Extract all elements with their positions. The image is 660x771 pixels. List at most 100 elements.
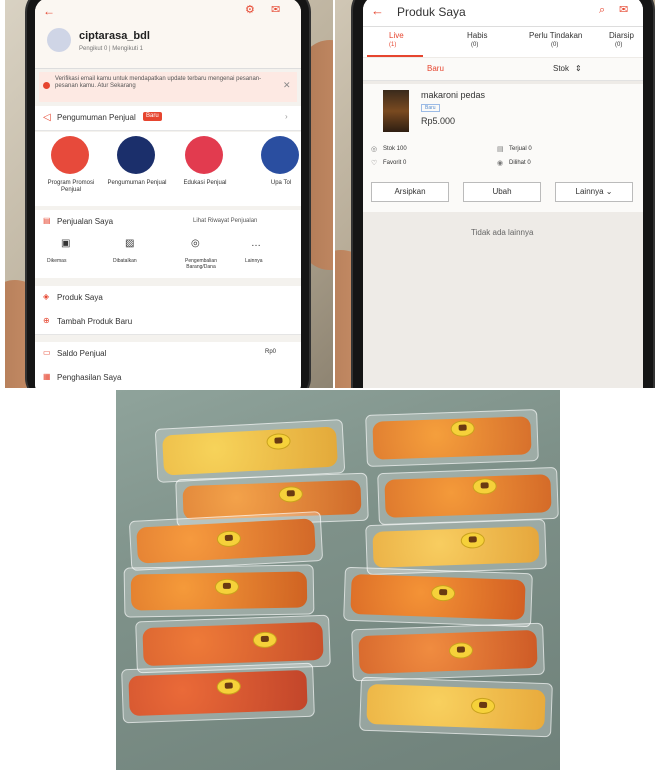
megaphone-tile-icon[interactable] xyxy=(117,136,155,174)
sort-baru[interactable]: Baru xyxy=(427,64,444,74)
saldo-value: Rp0 xyxy=(265,349,277,355)
phone-frame: ← Produk Saya ⌕ ✉ Live (1) Habis (0) Per… xyxy=(353,0,653,388)
sales-title: Penjualan Saya xyxy=(57,217,114,226)
snack-bag xyxy=(351,622,545,682)
snack-bag xyxy=(121,662,315,724)
megaphone-icon: ◁ xyxy=(43,112,51,123)
product-price: Rp5.000 xyxy=(421,116,456,126)
menu-label: Penghasilan Saya xyxy=(57,373,122,382)
refund-icon[interactable]: ◎ xyxy=(191,238,200,250)
snack-bag xyxy=(343,566,533,628)
tab-live[interactable]: Live (1) xyxy=(367,27,423,57)
sort-bar: Baru Stok ⇕ xyxy=(363,58,643,81)
more-label: Lainnya xyxy=(575,187,604,196)
phone-frame: ← ⚙ ✉ ciptarasa_bdl Pengikut 0 | Mengiku… xyxy=(27,0,309,388)
seller-dashboard-screen: ← ⚙ ✉ ciptarasa_bdl Pengikut 0 | Mengiku… xyxy=(35,0,301,388)
income-icon: ▦ xyxy=(43,372,51,381)
menu-produk-saya[interactable]: ◈ Produk Saya xyxy=(35,286,301,311)
stock-icon: ◎ xyxy=(371,146,378,153)
tab-count: (0) xyxy=(551,42,559,48)
right-phone-photo: ← Produk Saya ⌕ ✉ Live (1) Habis (0) Per… xyxy=(335,0,655,388)
sales-items: ▣ ▨ ◎ … Dikemas Dibatalkan Pengembalian … xyxy=(35,234,301,278)
announcement-row[interactable]: ◁ Pengumuman Penjual Baru › xyxy=(35,106,301,131)
more-options-button[interactable]: Lainnya ⌄ xyxy=(555,182,633,202)
followers: Pengikut 0 | Mengikuti 1 xyxy=(79,46,143,52)
edit-button[interactable]: Ubah xyxy=(463,182,541,202)
tiles-row: Program Promosi Penjual Pengumuman Penju… xyxy=(35,132,301,206)
heart-icon: ♡ xyxy=(371,160,378,167)
username: ciptarasa_bdl xyxy=(79,30,150,42)
alert-icon xyxy=(43,82,50,89)
snack-bag xyxy=(128,511,324,571)
verify-banner[interactable]: Verifikasi email kamu untuk mendapatkan … xyxy=(39,72,297,102)
stat-seen: Dilihat 0 xyxy=(509,160,531,166)
product-card: makaroni pedas Baru Rp5.000 ◎ Stok 100 ▤… xyxy=(363,84,643,212)
search-icon[interactable]: ⌕ xyxy=(599,4,605,17)
tab-label: Habis xyxy=(467,31,488,40)
status-tabs: Live (1) Habis (0) Perlu Tindakan (0) Di… xyxy=(363,27,643,57)
tab-perlu-tindakan[interactable]: Perlu Tindakan (0) xyxy=(523,27,599,55)
menu-tambah-produk[interactable]: ⊕ Tambah Produk Baru xyxy=(35,310,301,335)
sales-header-row[interactable]: ▤ Penjualan Saya Lihat Riwayat Penjualan xyxy=(35,210,301,235)
more-icon[interactable]: … xyxy=(251,238,261,250)
box-icon[interactable]: ▣ xyxy=(61,238,70,250)
tab-diarsip[interactable]: Diarsip (0) xyxy=(609,27,643,55)
close-icon[interactable]: ✕ xyxy=(283,80,291,91)
tab-label: Perlu Tindakan xyxy=(529,31,583,40)
top-bar: ← Produk Saya ⌕ ✉ xyxy=(363,0,643,27)
chat-icon[interactable]: ✉ xyxy=(271,4,280,17)
menu-label: Tambah Produk Baru xyxy=(57,317,133,326)
sales-history-link[interactable]: Lihat Riwayat Penjualan xyxy=(193,218,257,225)
page-title: Produk Saya xyxy=(397,5,466,19)
chevron-right-icon: › xyxy=(285,112,288,121)
snack-bag xyxy=(377,466,559,526)
sort-icon: ⇕ xyxy=(575,64,582,73)
back-arrow-icon[interactable]: ← xyxy=(43,4,55,18)
product-list-screen: ← Produk Saya ⌕ ✉ Live (1) Habis (0) Per… xyxy=(363,0,643,388)
tab-habis[interactable]: Habis (0) xyxy=(445,27,515,55)
snack-bag xyxy=(365,518,547,576)
cancel-icon[interactable]: ▨ xyxy=(125,238,134,250)
menu-label: Saldo Penjual xyxy=(57,349,107,358)
sold-icon: ▤ xyxy=(497,146,504,153)
product-name[interactable]: makaroni pedas xyxy=(421,90,485,101)
tab-count: (0) xyxy=(615,42,623,48)
snack-bag xyxy=(123,564,315,618)
archive-button[interactable]: Arsipkan xyxy=(371,182,449,202)
snack-packages-photo xyxy=(116,390,560,770)
wallet-icon: ▭ xyxy=(43,348,51,357)
sort-stok[interactable]: Stok xyxy=(553,64,569,74)
avatar[interactable] xyxy=(47,28,71,52)
promo-icon[interactable] xyxy=(51,136,89,174)
left-phone-photo: ← ⚙ ✉ ciptarasa_bdl Pengikut 0 | Mengiku… xyxy=(5,0,333,388)
snack-bag xyxy=(154,419,346,483)
end-of-list: Tidak ada lainnya xyxy=(471,228,534,237)
stat-sold: Terjual 0 xyxy=(509,146,532,152)
sales-item-label: Dibatalkan xyxy=(113,258,137,264)
tile-label: Program Promosi Penjual xyxy=(47,180,95,194)
gear-icon[interactable]: ⚙ xyxy=(245,4,255,17)
menu-penghasilan[interactable]: ▦ Penghasilan Saya xyxy=(35,366,301,388)
sales-item-label: Pengembalian Barang/Dana xyxy=(185,258,217,270)
new-badge: Baru xyxy=(143,112,162,122)
stat-favorite: Favorit 0 xyxy=(383,160,407,166)
sales-item-label: Lainnya xyxy=(245,258,263,264)
sales-item-label: Dikemas xyxy=(47,258,67,264)
announcement-label: Pengumuman Penjual xyxy=(57,113,136,122)
back-arrow-icon[interactable]: ← xyxy=(371,3,384,19)
profile-header: ← ⚙ ✉ ciptarasa_bdl Pengikut 0 | Mengiku… xyxy=(35,0,301,69)
upload-icon[interactable] xyxy=(261,136,299,174)
stat-stock: Stok 100 xyxy=(383,146,407,152)
product-thumbnail[interactable] xyxy=(383,90,409,132)
tile-label: Edukasi Penjual xyxy=(183,180,227,186)
chevron-down-icon: ⌄ xyxy=(605,187,613,196)
menu-saldo[interactable]: ▭ Saldo Penjual Rp0 xyxy=(35,342,301,367)
eye-icon: ◉ xyxy=(497,160,504,167)
menu-label: Produk Saya xyxy=(57,293,103,302)
tab-label: Live xyxy=(389,31,404,40)
box-icon: ◈ xyxy=(43,292,50,301)
clipboard-icon: ▤ xyxy=(43,216,51,225)
chat-icon[interactable]: ✉ xyxy=(619,4,628,17)
education-icon[interactable] xyxy=(185,136,223,174)
tab-count: (1) xyxy=(389,42,397,48)
